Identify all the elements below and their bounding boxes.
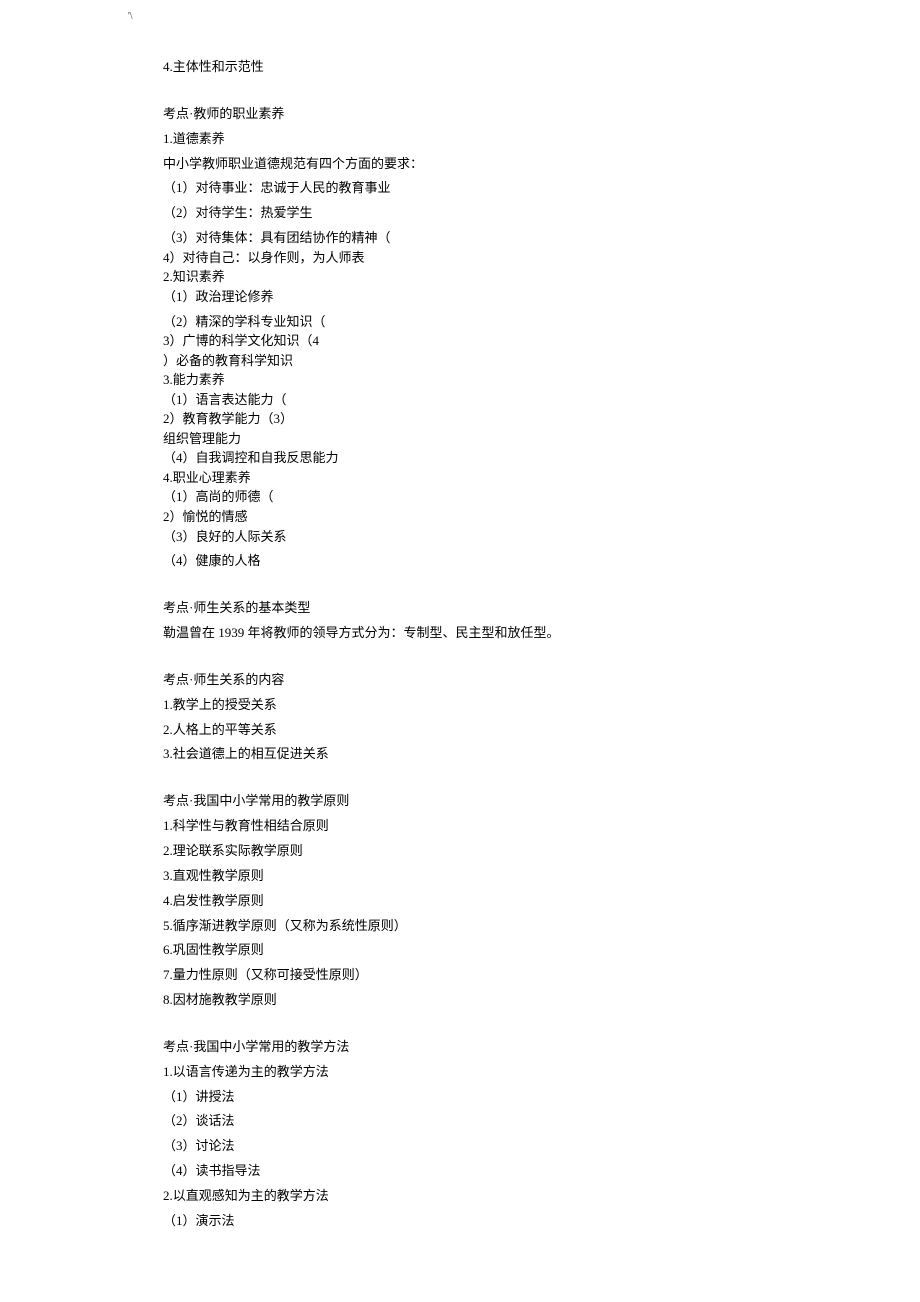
text-line: （2）对待学生：热爱学生 (163, 204, 783, 223)
text-line: （3）对待集体：具有团结协作的精神（ (163, 229, 783, 247)
text-line: （3）良好的人际关系 (163, 528, 783, 547)
text-line: 4.启发性教学原则 (163, 892, 783, 911)
text-line: 2）愉悦的情感 (163, 508, 783, 526)
document-body: 4.主体性和示范性 考点·教师的职业素养 1.道德素养 中小学教师职业道德规范有… (163, 12, 783, 1231)
heading-line: 考点·师生关系的基本类型 (163, 599, 783, 618)
text-line: 1.教学上的授受关系 (163, 696, 783, 715)
text-line: （1）对待事业：忠诚于人民的教育事业 (163, 179, 783, 198)
text-line: （4）读书指导法 (163, 1162, 783, 1181)
text-line: 4）对待自己：以身作则，为人师表 (163, 249, 783, 267)
text-line: 3.直观性教学原则 (163, 867, 783, 886)
text-line: （4）自我调控和自我反思能力 (163, 449, 783, 467)
text-line: 7.量力性原则（又称可接受性原则） (163, 966, 783, 985)
heading-line: 考点·我国中小学常用的教学原则 (163, 792, 783, 811)
text-line: 4.主体性和示范性 (163, 58, 783, 77)
text-line: （1）高尚的师德（ (163, 488, 783, 506)
text-line: （4）健康的人格 (163, 552, 783, 571)
text-line: 4.职业心理素养 (163, 469, 783, 487)
heading-line: 考点·教师的职业素养 (163, 105, 783, 124)
text-line: 中小学教师职业道德规范有四个方面的要求： (163, 155, 783, 174)
text-line: （3）讨论法 (163, 1137, 783, 1156)
text-line: 2.理论联系实际教学原则 (163, 842, 783, 861)
text-line: 1.道德素养 (163, 130, 783, 149)
text-line: 2.知识素养 (163, 268, 783, 286)
text-line: （1）演示法 (163, 1212, 783, 1231)
text-line: 组织管理能力 (163, 430, 783, 448)
text-line: （1）政治理论修养 (163, 288, 783, 307)
corner-mark: '\ (128, 10, 133, 25)
text-line: 3.能力素养 (163, 371, 783, 389)
text-line: 2.人格上的平等关系 (163, 721, 783, 740)
text-line: 勒温曾在 1939 年将教师的领导方式分为：专制型、民主型和放任型。 (163, 624, 783, 643)
text-line: （2）谈话法 (163, 1112, 783, 1131)
text-line: 2.以直观感知为主的教学方法 (163, 1187, 783, 1206)
text-line: （1）讲授法 (163, 1088, 783, 1107)
text-line: 1.以语言传递为主的教学方法 (163, 1063, 783, 1082)
text-line: （1）语言表达能力（ (163, 391, 783, 409)
text-line: 8.因材施教教学原则 (163, 991, 783, 1010)
text-line: 2）教育教学能力（3） (163, 410, 783, 428)
text-line: 5.循序渐进教学原则（又称为系统性原则） (163, 917, 783, 936)
text-line: 3）广博的科学文化知识（4 (163, 332, 783, 350)
text-line: 1.科学性与教育性相结合原则 (163, 817, 783, 836)
text-line: ）必备的教育科学知识 (163, 352, 783, 370)
text-line: （2）精深的学科专业知识（ (163, 313, 783, 331)
heading-line: 考点·师生关系的内容 (163, 671, 783, 690)
text-line: 6.巩固性教学原则 (163, 941, 783, 960)
heading-line: 考点·我国中小学常用的教学方法 (163, 1038, 783, 1057)
text-line: 3.社会道德上的相互促进关系 (163, 745, 783, 764)
